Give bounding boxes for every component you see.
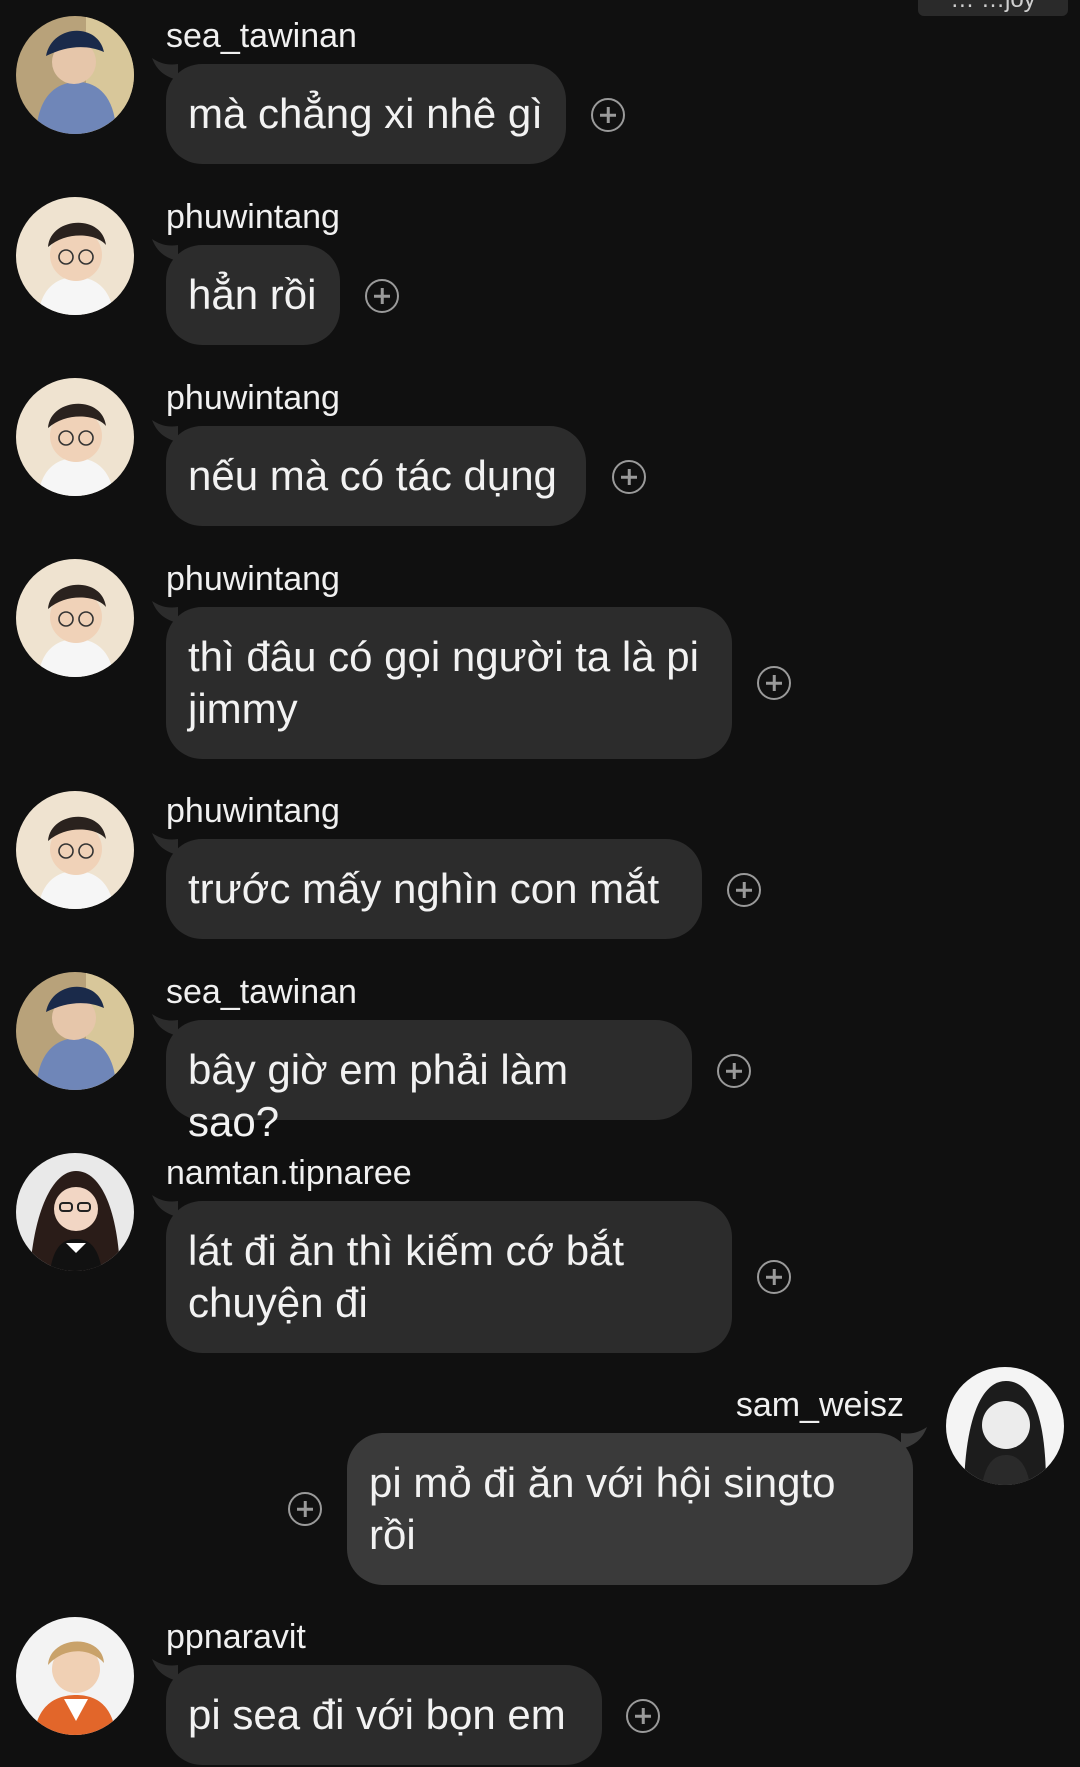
username[interactable]: phuwintang xyxy=(166,378,340,418)
top-tag: … …joy xyxy=(918,0,1068,16)
message-bubble[interactable]: bây giờ em phải làm sao? xyxy=(152,1014,692,1145)
avatar[interactable] xyxy=(16,1617,134,1735)
username[interactable]: phuwintang xyxy=(166,791,340,831)
message-row: sam_weisz pi mỏ đi ăn với hội singto rồi xyxy=(0,1367,1080,1585)
username[interactable]: namtan.tipnaree xyxy=(166,1153,412,1193)
message-bubble[interactable]: hẳn rồi xyxy=(152,239,340,345)
username[interactable]: sam_weisz xyxy=(736,1385,904,1425)
add-reaction-icon[interactable] xyxy=(727,873,761,907)
avatar[interactable] xyxy=(16,559,134,677)
avatar[interactable] xyxy=(16,197,134,315)
avatar[interactable] xyxy=(16,16,134,134)
add-reaction-icon[interactable] xyxy=(288,1492,322,1526)
chat-thread: … …joy sea_tawinan mà chẳng xi nhê gì ph… xyxy=(0,0,1080,1765)
message-row: phuwintang nếu mà có tác dụng xyxy=(0,378,1080,528)
username[interactable]: ppnaravit xyxy=(166,1617,306,1657)
username[interactable]: phuwintang xyxy=(166,559,340,599)
message-row: phuwintang trước mấy nghìn con mắt xyxy=(0,791,1080,941)
message-text: trước mấy nghìn con mắt xyxy=(188,865,660,912)
add-reaction-icon[interactable] xyxy=(717,1054,751,1088)
message-bubble[interactable]: trước mấy nghìn con mắt xyxy=(152,833,702,939)
username[interactable]: sea_tawinan xyxy=(166,16,357,56)
avatar[interactable] xyxy=(16,378,134,496)
message-row: ppnaravit pi sea đi với bọn em xyxy=(0,1617,1080,1767)
message-text: hẳn rồi xyxy=(188,271,317,318)
message-bubble[interactable]: thì đâu có gọi người ta là pi jimmy xyxy=(152,601,732,759)
message-text: lát đi ăn thì kiếm cớ bắt chuyện đi xyxy=(188,1227,625,1326)
message-row: sea_tawinan mà chẳng xi nhê gì xyxy=(0,16,1080,166)
avatar[interactable] xyxy=(946,1367,1064,1485)
message-bubble[interactable]: mà chẳng xi nhê gì xyxy=(152,58,566,164)
username[interactable]: phuwintang xyxy=(166,197,340,237)
message-bubble[interactable]: lát đi ăn thì kiếm cớ bắt chuyện đi xyxy=(152,1195,732,1353)
message-text: pi sea đi với bọn em xyxy=(188,1691,566,1738)
add-reaction-icon[interactable] xyxy=(612,460,646,494)
message-bubble[interactable]: nếu mà có tác dụng xyxy=(152,420,586,526)
message-row: sea_tawinan bây giờ em phải làm sao? xyxy=(0,972,1080,1145)
message-text: bây giờ em phải làm sao? xyxy=(188,1046,569,1145)
add-reaction-icon[interactable] xyxy=(626,1699,660,1733)
avatar[interactable] xyxy=(16,791,134,909)
add-reaction-icon[interactable] xyxy=(757,1260,791,1294)
avatar[interactable] xyxy=(16,972,134,1090)
message-row: phuwintang thì đâu có gọi người ta là pi… xyxy=(0,559,1080,759)
message-text: nếu mà có tác dụng xyxy=(188,452,557,499)
add-reaction-icon[interactable] xyxy=(365,279,399,313)
avatar[interactable] xyxy=(16,1153,134,1271)
message-bubble[interactable]: pi sea đi với bọn em xyxy=(152,1659,602,1765)
message-row: namtan.tipnaree lát đi ăn thì kiếm cớ bắ… xyxy=(0,1153,1080,1353)
message-bubble[interactable]: pi mỏ đi ăn với hội singto rồi xyxy=(347,1427,927,1585)
message-text: mà chẳng xi nhê gì xyxy=(188,90,543,137)
add-reaction-icon[interactable] xyxy=(591,98,625,132)
add-reaction-icon[interactable] xyxy=(757,666,791,700)
username[interactable]: sea_tawinan xyxy=(166,972,357,1012)
message-row: phuwintang hẳn rồi xyxy=(0,197,1080,347)
message-text: thì đâu có gọi người ta là pi jimmy xyxy=(188,633,699,732)
message-text: pi mỏ đi ăn với hội singto rồi xyxy=(369,1459,836,1558)
